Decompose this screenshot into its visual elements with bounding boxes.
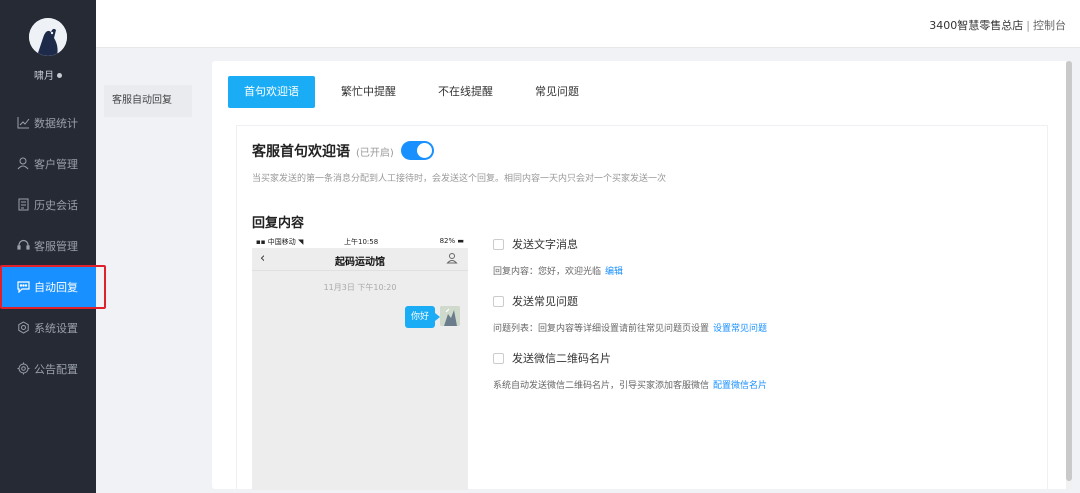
phone-nav-bar: ‹ 起码运动馆 xyxy=(252,248,468,271)
nav-item-label: 系统设置 xyxy=(34,321,78,335)
main-nav: 数据统计 客户管理 历史会话 客服管理 自动回复 系统设置 公告配置 xyxy=(0,102,96,389)
tab-welcome[interactable]: 首句欢迎语 xyxy=(228,76,315,108)
battery-icon: ▬ xyxy=(457,237,464,245)
wechat-card-checkbox[interactable] xyxy=(493,352,504,364)
wifi-icon: ◥ xyxy=(297,238,304,246)
submenu-label: 客服自动回复 xyxy=(112,95,172,106)
option-subtext: 系统自动发送微信二维码名片，引导买家添加客服微信 配置微信名片 xyxy=(493,378,767,391)
nav-item-label: 历史会话 xyxy=(34,198,78,212)
option-row[interactable]: 发送微信二维码名片 xyxy=(493,350,767,366)
phone-carrier: ▪▪ 中国移动 ◥ xyxy=(256,238,304,246)
option-text-message: 发送文字消息 回复内容：您好，欢迎光临 编辑 xyxy=(493,236,623,277)
avatar[interactable] xyxy=(29,18,67,56)
welcome-status: (已开启) xyxy=(356,148,394,159)
reply-content-title: 回复内容 xyxy=(252,216,305,231)
welcome-description: 当买家发送的第一条消息分配到人工接待时，会发送这个回复。相同内容一天内只会对一个… xyxy=(252,174,667,184)
phone-battery: 82% ▬ xyxy=(440,237,464,245)
option-subtext: 回复内容：您好，欢迎光临 编辑 xyxy=(493,264,623,277)
text-message-checkbox[interactable] xyxy=(493,238,504,250)
option-label: 发送常见问题 xyxy=(512,295,578,308)
phone-status-bar: ▪▪ 中国移动 ◥ 上午10:58 82% ▬ xyxy=(252,236,468,248)
option-row[interactable]: 发送文字消息 xyxy=(493,236,623,252)
option-label: 发送文字消息 xyxy=(512,238,578,251)
chart-line-icon xyxy=(17,116,30,129)
option-subtext-text: 系统自动发送微信二维码名片，引导买家添加客服微信 xyxy=(493,381,710,391)
person-icon xyxy=(446,252,458,267)
nav-item-history[interactable]: 历史会话 xyxy=(0,184,96,225)
submenu-item-auto-reply[interactable]: 客服自动回复 xyxy=(104,85,192,117)
document-icon xyxy=(17,198,30,211)
nav-item-label: 公告配置 xyxy=(34,362,78,376)
scrollbar-thumb[interactable] xyxy=(1066,61,1072,481)
username-text: 啸月 xyxy=(34,71,54,82)
user-icon xyxy=(17,157,30,170)
store-info: 3400智慧零售总店 | 控制台 xyxy=(929,17,1066,33)
phone-preview: ▪▪ 中国移动 ◥ 上午10:58 82% ▬ ‹ 起码运动馆 11月3日 下午… xyxy=(252,236,468,490)
option-wechat-card: 发送微信二维码名片 系统自动发送微信二维码名片，引导买家添加客服微信 配置微信名片 xyxy=(493,350,767,391)
nav-item-label: 客户管理 xyxy=(34,157,78,171)
set-faq-link[interactable]: 设置常见问题 xyxy=(713,324,767,334)
welcome-title-text: 客服首句欢迎语 xyxy=(252,144,350,160)
console-link[interactable]: 控制台 xyxy=(1033,19,1066,32)
highlight-box xyxy=(0,265,106,309)
nav-item-customers[interactable]: 客户管理 xyxy=(0,143,96,184)
welcome-title: 客服首句欢迎语 (已开启) xyxy=(252,141,394,161)
toggle-knob xyxy=(417,143,432,158)
main-card: 首句欢迎语 繁忙中提醒 不在线提醒 常见问题 客服首句欢迎语 (已开启) 当买家发… xyxy=(212,61,1072,490)
top-bar: 3400智慧零售总店 | 控制台 xyxy=(96,0,1080,48)
nav-item-announcements[interactable]: 公告配置 xyxy=(0,348,96,389)
option-row[interactable]: 发送常见问题 xyxy=(493,293,767,309)
carrier-text: 中国移动 xyxy=(267,238,296,246)
tab-faq[interactable]: 常见问题 xyxy=(519,76,595,108)
tab-bar: 首句欢迎语 繁忙中提醒 不在线提醒 常见问题 xyxy=(228,76,605,108)
nav-item-label: 客服管理 xyxy=(34,239,78,253)
welcome-panel: 客服首句欢迎语 (已开启) 当买家发送的第一条消息分配到人工接待时，会发送这个回复… xyxy=(236,125,1048,490)
username: 啸月 xyxy=(0,67,96,82)
battery-text: 82% xyxy=(439,237,456,245)
edit-link[interactable]: 编辑 xyxy=(605,267,623,277)
tab-offline-reminder[interactable]: 不在线提醒 xyxy=(422,76,509,108)
online-dot-icon xyxy=(57,73,62,78)
store-name: 3400智慧零售总店 xyxy=(929,19,1024,32)
option-subtext-text: 回复内容：您好，欢迎光临 xyxy=(493,267,602,277)
nav-item-data-stats[interactable]: 数据统计 xyxy=(0,102,96,143)
gear-icon xyxy=(17,321,30,334)
sidebar: 啸月 数据统计 客户管理 历史会话 客服管理 自动回复 系统设置 公告配置 xyxy=(0,0,96,493)
headset-icon xyxy=(17,239,30,252)
chat-timestamp: 11月3日 下午10:20 xyxy=(323,283,397,292)
user-avatar-thumb xyxy=(440,306,460,326)
scrollbar[interactable] xyxy=(1066,61,1072,489)
option-subtext-text: 问题列表：回复内容等详细设置请前往常见问题页设置 xyxy=(493,324,710,334)
separator: | xyxy=(1026,19,1030,32)
settings-cog-icon xyxy=(17,362,30,375)
nav-item-label: 数据统计 xyxy=(34,116,78,130)
option-subtext: 问题列表：回复内容等详细设置请前往常见问题页设置 设置常见问题 xyxy=(493,321,767,334)
nav-item-system-settings[interactable]: 系统设置 xyxy=(0,307,96,348)
phone-clock: 上午10:58 xyxy=(344,238,379,246)
option-faq: 发送常见问题 问题列表：回复内容等详细设置请前往常见问题页设置 设置常见问题 xyxy=(493,293,767,334)
welcome-toggle[interactable] xyxy=(401,141,434,160)
nav-item-agents[interactable]: 客服管理 xyxy=(0,225,96,266)
faq-checkbox[interactable] xyxy=(493,295,504,307)
chat-name: 起码运动馆 xyxy=(335,257,385,268)
chat-bubble: 你好 xyxy=(405,306,441,328)
option-label: 发送微信二维码名片 xyxy=(512,352,611,365)
tab-busy-reminder[interactable]: 繁忙中提醒 xyxy=(325,76,412,108)
config-wechat-card-link[interactable]: 配置微信名片 xyxy=(713,381,767,391)
